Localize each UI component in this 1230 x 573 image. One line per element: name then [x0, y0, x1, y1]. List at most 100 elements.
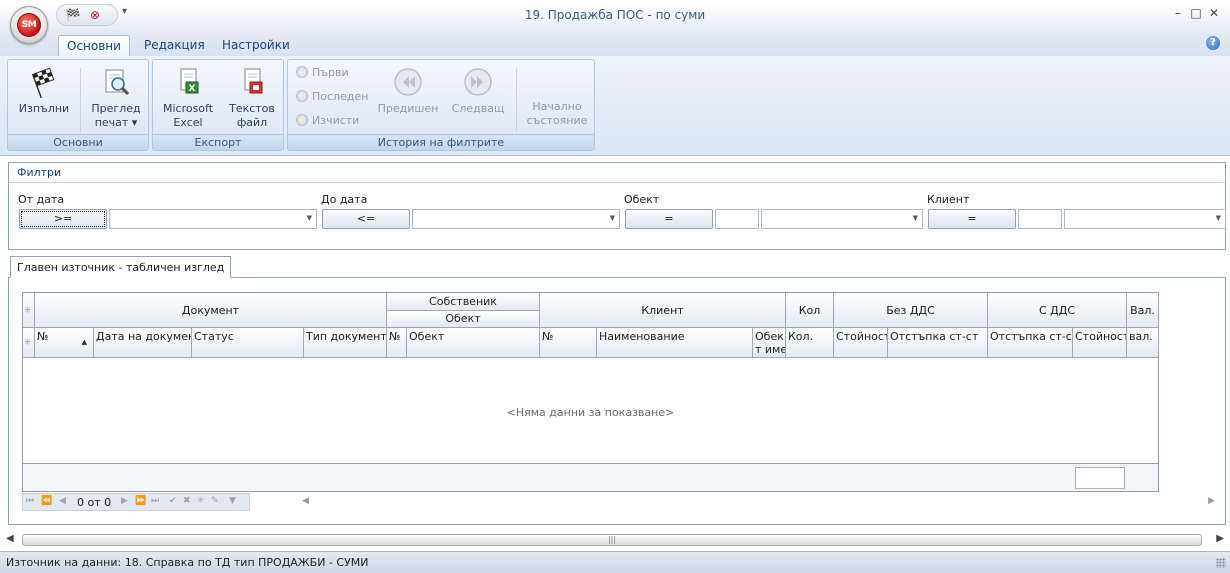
- client-code-field[interactable]: [1018, 209, 1062, 229]
- help-icon[interactable]: ?: [1206, 36, 1220, 50]
- object-code-field[interactable]: [715, 209, 759, 229]
- band-no-vat[interactable]: Без ДДС: [834, 293, 988, 328]
- column-status[interactable]: Статус: [192, 328, 304, 358]
- last-record-icon[interactable]: ⏭: [151, 496, 159, 506]
- scroll-left-icon[interactable]: ◀: [6, 533, 14, 544]
- export-excel-label-1: Microsoft: [162, 102, 214, 115]
- first-record-icon[interactable]: ⏮: [26, 496, 34, 506]
- column-discount[interactable]: Отстъпка ст-ст: [888, 328, 988, 358]
- band-document[interactable]: Документ: [35, 293, 387, 328]
- column-currency-label: вал.: [1129, 330, 1153, 343]
- print-preview-button[interactable]: Преглед печат ▾: [84, 64, 148, 130]
- minimize-button[interactable]: –: [1170, 6, 1186, 20]
- divider: [80, 68, 81, 132]
- sort-ascending-icon: ▲: [81, 338, 87, 346]
- column-doc-no-label: №: [37, 330, 49, 343]
- resize-grip-icon[interactable]: [1216, 558, 1226, 568]
- column-doc-no[interactable]: № ▲: [35, 328, 94, 358]
- filter-icon[interactable]: ▼: [229, 496, 236, 506]
- initial-state-label-1: Начално: [532, 100, 582, 113]
- history-next-button[interactable]: Следващ: [446, 64, 510, 116]
- next-icon: [464, 68, 492, 96]
- band-qty[interactable]: Кол: [786, 293, 834, 328]
- band-client[interactable]: Клиент: [540, 293, 786, 328]
- grid-scroll-right-icon[interactable]: ▶: [1208, 496, 1215, 506]
- next-page-icon[interactable]: ⏩: [135, 496, 146, 506]
- history-first-button[interactable]: Първи: [296, 64, 349, 82]
- filters-divider: [9, 182, 1225, 183]
- column-doc-date[interactable]: Дата на документ: [94, 328, 192, 358]
- grid-scroll-left-icon[interactable]: ◀: [302, 496, 309, 506]
- export-text-label-1: Текстов: [229, 102, 275, 115]
- column-client-no-label: №: [542, 330, 554, 343]
- to-date-operator-button[interactable]: <=: [322, 209, 410, 229]
- history-previous-button[interactable]: Предишен: [376, 64, 440, 116]
- column-client-no[interactable]: №: [540, 328, 597, 358]
- history-last-button[interactable]: Последен: [296, 88, 368, 106]
- column-vat-value[interactable]: Стойност: [1073, 328, 1127, 358]
- column-vat-discount-label: Отстъпка ст-ст: [990, 330, 1073, 343]
- band-owner-label: Собственик: [429, 295, 497, 308]
- export-excel-button[interactable]: X Microsoft Excel: [157, 64, 219, 130]
- prev-page-icon[interactable]: ⏪: [41, 496, 52, 506]
- column-doc-type[interactable]: Тип документ: [304, 328, 387, 358]
- column-object-name[interactable]: Обект: [407, 328, 540, 358]
- chevron-down-icon[interactable]: ▼: [1216, 214, 1221, 222]
- tab-main-source-table-view[interactable]: Главен източник - табличен изглед: [10, 256, 232, 278]
- band-currency[interactable]: Вал.: [1127, 293, 1159, 328]
- data-grid: ✳ Документ Собственик Обект Клиент Кол Б…: [22, 292, 1159, 492]
- band-document-label: Документ: [181, 304, 240, 317]
- chevron-down-icon[interactable]: ▼: [307, 214, 312, 222]
- column-qty[interactable]: Кол.: [786, 328, 834, 358]
- edit-record-icon[interactable]: ✎: [211, 496, 219, 506]
- export-text-button[interactable]: Текстов файл: [221, 64, 283, 130]
- cancel-edit-icon[interactable]: ✖: [183, 496, 191, 506]
- next-record-icon[interactable]: ▶: [121, 496, 128, 506]
- scroll-right-icon[interactable]: ▶: [1216, 533, 1224, 544]
- tab-edit[interactable]: Редакция: [136, 35, 213, 56]
- group-caption-filter-history: История на филтрите: [288, 134, 594, 150]
- band-with-vat[interactable]: С ДДС: [988, 293, 1127, 328]
- client-operator-button[interactable]: =: [928, 209, 1016, 229]
- application-menu-button[interactable]: SM: [10, 6, 48, 44]
- initial-state-button[interactable]: Начално състояние: [520, 100, 594, 128]
- grid-corner-band: ✳: [23, 293, 35, 328]
- prev-record-icon[interactable]: ◀: [59, 496, 66, 506]
- column-vat-discount[interactable]: Отстъпка ст-ст: [988, 328, 1073, 358]
- from-date-operator-button[interactable]: >=: [19, 209, 107, 229]
- history-next-label: Следващ: [451, 102, 505, 115]
- chevron-down-icon[interactable]: ▼: [913, 214, 918, 222]
- restore-button[interactable]: □: [1188, 6, 1204, 20]
- tab-settings[interactable]: Настройки: [214, 35, 298, 56]
- client-label: Клиент: [927, 193, 970, 206]
- append-record-icon[interactable]: ✳: [197, 496, 205, 506]
- column-client-object-name[interactable]: Обек т име: [753, 328, 786, 358]
- horizontal-scrollbar[interactable]: ◀ ||| ▶: [4, 532, 1226, 548]
- to-date-field[interactable]: ▼: [412, 209, 620, 229]
- column-discount-label: Отстъпка ст-ст: [890, 330, 979, 343]
- column-object-no[interactable]: №: [387, 328, 407, 358]
- column-currency[interactable]: вал.: [1127, 328, 1159, 358]
- band-object[interactable]: Обект: [387, 311, 540, 328]
- history-clear-button[interactable]: Изчисти: [296, 112, 359, 130]
- object-field[interactable]: ▼: [761, 209, 923, 229]
- band-owner[interactable]: Собственик: [387, 293, 540, 311]
- band-client-label: Клиент: [641, 304, 684, 317]
- chevron-down-icon[interactable]: ▼: [610, 214, 615, 222]
- object-operator-button[interactable]: =: [625, 209, 713, 229]
- column-client-name-label: Наименование: [599, 330, 685, 343]
- from-date-field[interactable]: ▼: [109, 209, 317, 229]
- scrollbar-thumb[interactable]: |||: [22, 534, 1202, 546]
- column-client-object-label-1: Обек: [755, 330, 784, 343]
- tab-main[interactable]: Основни: [58, 35, 130, 56]
- column-value[interactable]: Стойност: [834, 328, 888, 358]
- run-button[interactable]: Изпълни: [12, 64, 76, 116]
- footer-summary-cell: [1075, 467, 1125, 489]
- previous-icon: [394, 68, 422, 96]
- text-file-icon: [244, 68, 263, 94]
- close-button[interactable]: ✕: [1206, 6, 1222, 20]
- column-client-name[interactable]: Наименование: [597, 328, 753, 358]
- save-record-icon[interactable]: ✔: [169, 496, 177, 506]
- excel-icon: X: [180, 68, 199, 94]
- client-field[interactable]: ▼: [1064, 209, 1226, 229]
